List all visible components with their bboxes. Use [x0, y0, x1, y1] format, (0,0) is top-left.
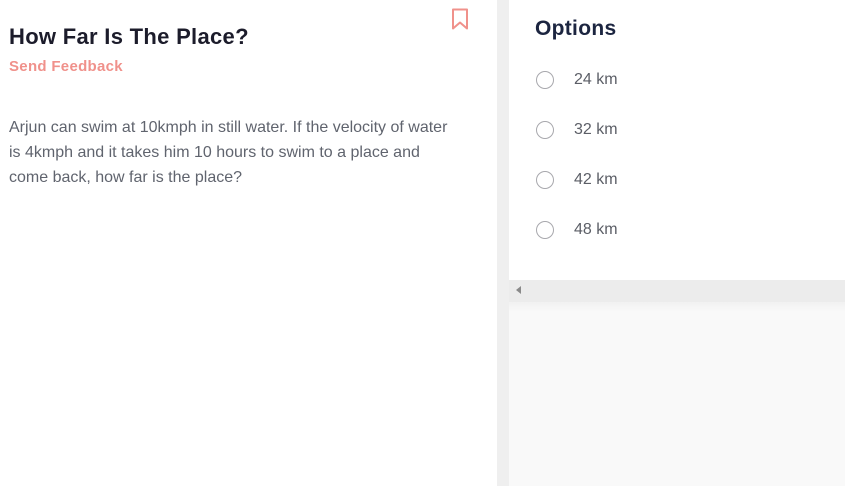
option-2[interactable]: 32 km [536, 118, 618, 142]
option-label: 48 km [574, 221, 618, 238]
horizontal-scrollbar[interactable] [509, 280, 845, 302]
question-title: How Far Is The Place? [9, 24, 249, 49]
bookmark-icon[interactable] [451, 8, 469, 30]
radio-unchecked-icon[interactable] [536, 121, 554, 139]
option-label: 24 km [574, 71, 618, 88]
scroll-left-arrow-icon[interactable] [516, 286, 521, 294]
panel-divider [497, 0, 509, 486]
radio-unchecked-icon[interactable] [536, 71, 554, 89]
option-label: 32 km [574, 121, 618, 138]
option-1[interactable]: 24 km [536, 68, 618, 92]
option-3[interactable]: 42 km [536, 168, 618, 192]
radio-unchecked-icon[interactable] [536, 221, 554, 239]
question-panel: How Far Is The Place? Send Feedback Arju… [0, 0, 497, 486]
question-text: Arjun can swim at 10kmph in still water.… [9, 119, 448, 186]
scrollbar-shadow [509, 302, 845, 312]
option-4[interactable]: 48 km [536, 218, 618, 242]
options-heading: Options [535, 17, 617, 40]
option-label: 42 km [574, 171, 618, 188]
quiz-screen: How Far Is The Place? Send Feedback Arju… [0, 0, 845, 486]
options-card: Options 24 km 32 km 42 km 48 km [509, 0, 845, 280]
radio-unchecked-icon[interactable] [536, 171, 554, 189]
send-feedback-link[interactable]: Send Feedback [9, 58, 123, 75]
